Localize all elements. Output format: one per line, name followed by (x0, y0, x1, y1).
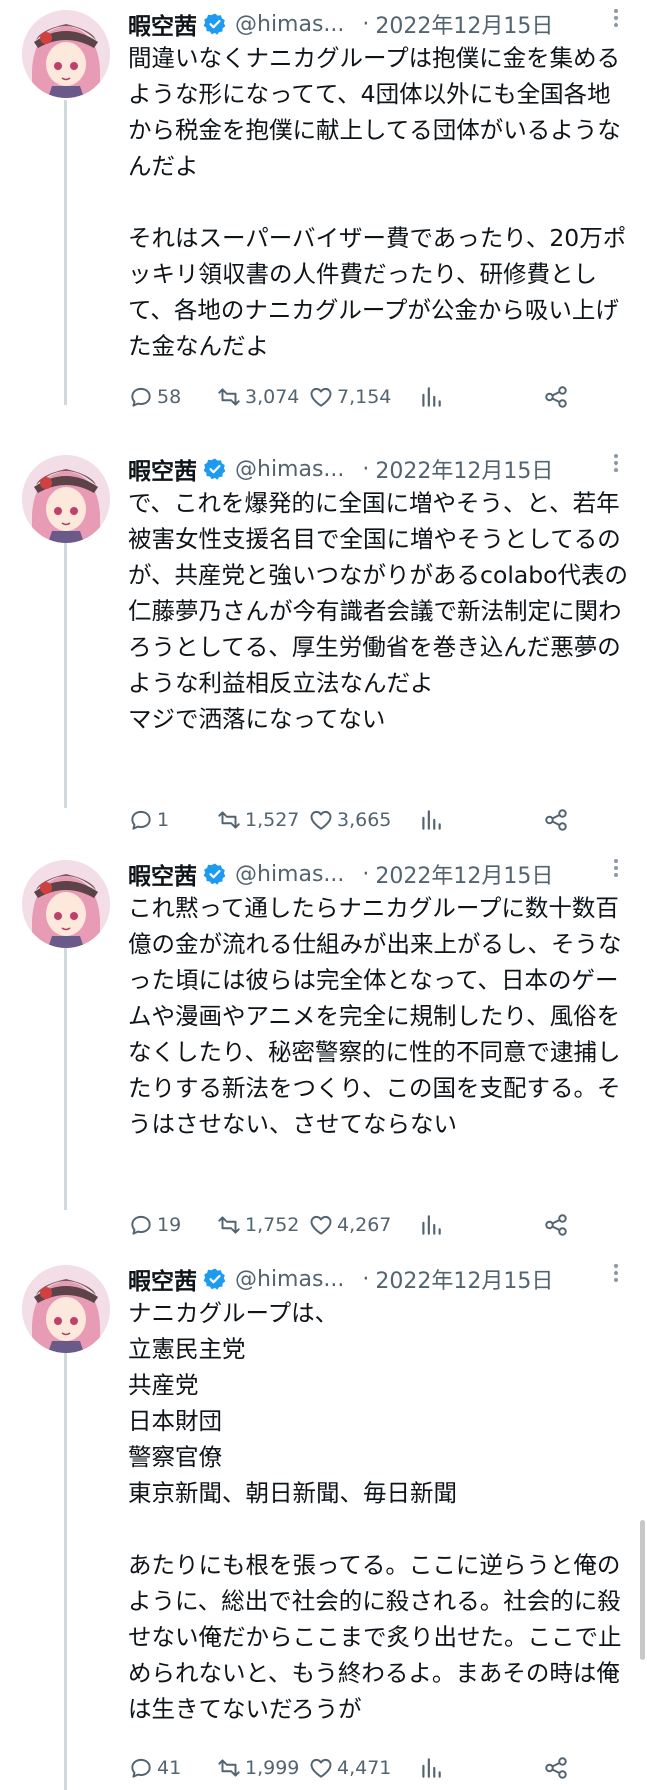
verified-badge-icon (203, 13, 226, 35)
retweet-button[interactable]: 1,752 (216, 1205, 299, 1245)
retweet-count: 3,074 (245, 386, 300, 408)
share-button[interactable] (543, 800, 572, 840)
display-name[interactable]: 暇空茜 (128, 1262, 197, 1296)
retweet-count: 1,527 (245, 809, 300, 831)
views-button[interactable] (418, 1205, 447, 1245)
retweet-icon (218, 388, 240, 406)
handle[interactable]: @himas... (235, 12, 344, 37)
reply-button[interactable]: 19 (128, 1205, 181, 1245)
handle[interactable]: @himas... (235, 862, 344, 887)
heart-icon (310, 1758, 332, 1778)
timestamp[interactable]: 2022年12月15日 (375, 858, 553, 890)
handle[interactable]: @himas... (235, 457, 344, 482)
reply-button[interactable]: 58 (128, 377, 181, 417)
timestamp[interactable]: 2022年12月15日 (375, 8, 553, 40)
reply-button[interactable]: 41 (128, 1748, 181, 1788)
action-bar: 58 3,074 7,154 (128, 377, 588, 417)
reply-count: 41 (157, 1757, 182, 1779)
avatar[interactable] (22, 10, 110, 98)
like-count: 7,154 (337, 386, 392, 408)
retweet-count: 1,752 (245, 1214, 300, 1236)
reply-icon (131, 1758, 151, 1778)
heart-icon (310, 1215, 332, 1235)
verified-badge-icon (203, 863, 226, 885)
views-button[interactable] (418, 377, 447, 417)
views-icon (422, 1758, 441, 1778)
views-icon (422, 810, 441, 830)
reply-icon (131, 387, 151, 407)
like-button[interactable]: 7,154 (308, 377, 391, 417)
tweet-text: で、これを爆発的に全国に増やそう、と、若年被害女性支援名目で全国に増やそうとして… (128, 489, 629, 733)
retweet-button[interactable]: 1,527 (216, 800, 299, 840)
reply-count: 19 (157, 1214, 182, 1236)
separator: · (362, 1266, 370, 1292)
share-button[interactable] (543, 1748, 572, 1788)
like-count: 4,471 (337, 1757, 392, 1779)
avatar[interactable] (22, 1265, 110, 1353)
display-name[interactable]: 暇空茜 (128, 452, 197, 486)
action-bar: 41 1,999 4,471 (128, 1748, 588, 1788)
retweet-icon (218, 1216, 240, 1234)
tweet-text: これ黙って通したらナニカグループに数十数百億の金が流れる仕組みが出来上がるし、そ… (128, 894, 622, 1138)
reply-icon (131, 1215, 151, 1235)
separator: · (362, 861, 370, 887)
like-count: 3,665 (337, 809, 392, 831)
more-options-icon[interactable] (610, 6, 622, 34)
verified-badge-icon (203, 458, 226, 480)
like-button[interactable]: 3,665 (308, 800, 391, 840)
heart-icon (310, 810, 332, 830)
retweet-button[interactable]: 1,999 (216, 1748, 299, 1788)
handle[interactable]: @himas... (235, 1267, 344, 1292)
action-bar: 1 1,527 3,665 (128, 800, 588, 840)
retweet-count: 1,999 (245, 1757, 300, 1779)
action-bar: 19 1,752 4,267 (128, 1205, 588, 1245)
verified-badge-icon (203, 1268, 226, 1290)
timestamp[interactable]: 2022年12月15日 (375, 453, 553, 485)
separator: · (362, 456, 370, 482)
views-icon (422, 387, 441, 407)
display-name[interactable]: 暇空茜 (128, 857, 197, 891)
display-name[interactable]: 暇空茜 (128, 7, 197, 41)
share-icon (545, 1757, 567, 1779)
views-button[interactable] (418, 1748, 447, 1788)
separator: · (362, 11, 370, 37)
share-icon (545, 386, 567, 408)
more-options-icon[interactable] (610, 451, 622, 479)
retweet-button[interactable]: 3,074 (216, 377, 299, 417)
more-options-icon[interactable] (610, 856, 622, 884)
retweet-icon (218, 811, 240, 829)
reply-count: 1 (157, 809, 170, 831)
timestamp[interactable]: 2022年12月15日 (375, 1263, 553, 1295)
heart-icon (310, 387, 332, 407)
share-icon (545, 1214, 567, 1236)
tweet-text: 間違いなくナニカグループは抱僕に金を集めるような形になってて、4団体以外にも全国… (128, 44, 627, 360)
avatar[interactable] (22, 860, 110, 948)
more-options-icon[interactable] (610, 1261, 622, 1289)
views-icon (422, 1215, 441, 1235)
share-button[interactable] (543, 377, 572, 417)
like-count: 4,267 (337, 1214, 392, 1236)
tweet-text: ナニカグループは、 立憲民主党 共産党 日本財団 警察官僚 東京新聞、朝日新聞、… (128, 1299, 622, 1723)
views-button[interactable] (418, 800, 447, 840)
like-button[interactable]: 4,267 (308, 1205, 391, 1245)
share-icon (545, 809, 567, 831)
retweet-icon (218, 1759, 240, 1777)
reply-count: 58 (157, 386, 182, 408)
avatar[interactable] (22, 455, 110, 543)
reply-icon (131, 810, 151, 830)
share-button[interactable] (543, 1205, 572, 1245)
like-button[interactable]: 4,471 (308, 1748, 391, 1788)
reply-button[interactable]: 1 (128, 800, 169, 840)
scrollbar[interactable] (640, 1520, 645, 1660)
